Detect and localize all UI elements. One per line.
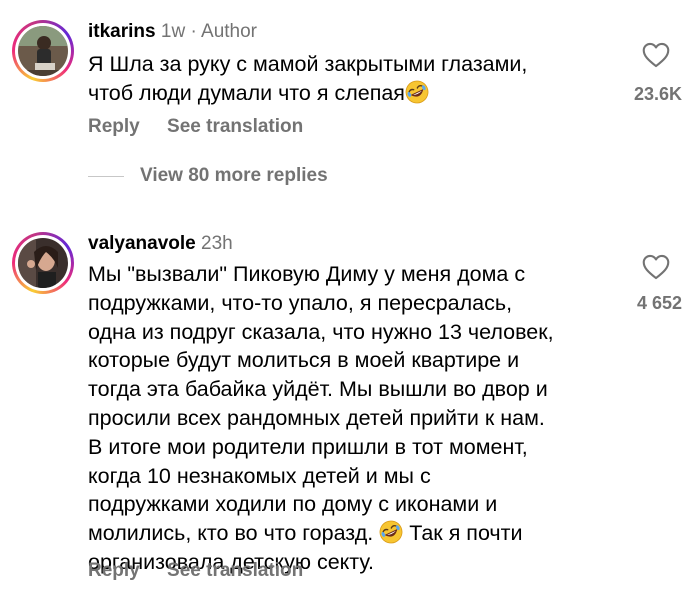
comment-line: чтоб люди думали что я слепая	[88, 80, 405, 105]
comment-line: одна из подруг сказала, что нужно 13 чел…	[88, 319, 554, 344]
avatar-story-ring[interactable]	[12, 20, 74, 82]
like-count: 23.6K	[633, 84, 682, 104]
see-translation-button[interactable]: See translation	[167, 116, 303, 137]
comment-line: когда 10 незнакомых детей и мы с	[88, 463, 431, 488]
comment-line: подружками ходили по дому с иконами и	[88, 492, 498, 517]
heart-icon[interactable]	[642, 254, 670, 280]
comments-screen: { "comments": [ { "username": "itkarins"…	[0, 0, 700, 589]
separator-dot: ·	[190, 21, 197, 42]
like-count: 4 652	[636, 293, 682, 313]
comment-text: Мы "вызвали" Пиковую Диму у меня дома с …	[88, 260, 608, 577]
avatar-photo	[18, 26, 68, 76]
see-translation-button[interactable]: See translation	[167, 560, 303, 581]
avatar-photo	[18, 238, 68, 288]
comment-line: подружками, что-то упало, я пересралась,	[88, 290, 513, 315]
comment-actions: Reply See translation	[88, 116, 303, 138]
comment-text: Я Шла за руку с мамой закрытыми глазами,…	[88, 50, 608, 108]
rolling-on-the-floor-laughing-icon	[405, 80, 429, 104]
avatar	[18, 238, 68, 288]
comment-line: Мы "вызвали" Пиковую Диму у меня дома с	[88, 262, 526, 286]
comment-line: которые будут молиться в моей квартире и	[88, 348, 520, 373]
comment-line: просили всех рандомных детей прийти к на…	[88, 405, 545, 430]
username[interactable]: itkarins	[88, 21, 156, 42]
comment-line: Так я почти	[409, 521, 523, 546]
comment-line: В итоге мои родители пришли в тот момент…	[88, 434, 528, 459]
username[interactable]: valyanavole	[88, 233, 196, 254]
reply-button[interactable]: Reply	[88, 116, 140, 137]
comment-actions: Reply See translation	[88, 560, 303, 582]
avatar-story-ring[interactable]	[12, 232, 74, 294]
comment-line: Я Шла за руку с мамой закрытыми глазами,	[88, 52, 528, 76]
author-badge: Author	[201, 21, 257, 42]
view-more-replies-button[interactable]: View 80 more replies	[140, 165, 328, 187]
comment-header: valyanavole 23h	[88, 232, 233, 256]
avatar	[18, 26, 68, 76]
timestamp: 23h	[201, 233, 233, 254]
heart-icon[interactable]	[642, 42, 670, 68]
timestamp: 1w	[160, 21, 186, 42]
divider-line	[88, 176, 124, 177]
rolling-on-the-floor-laughing-icon	[379, 520, 403, 544]
comment-header: itkarins 1w · Author	[88, 20, 257, 44]
reply-button[interactable]: Reply	[88, 560, 140, 581]
comment-line: молились, кто во что горазд.	[88, 521, 374, 546]
comment-line: тогда эта бабайка уйдёт. Мы вышли во дво…	[88, 377, 548, 402]
